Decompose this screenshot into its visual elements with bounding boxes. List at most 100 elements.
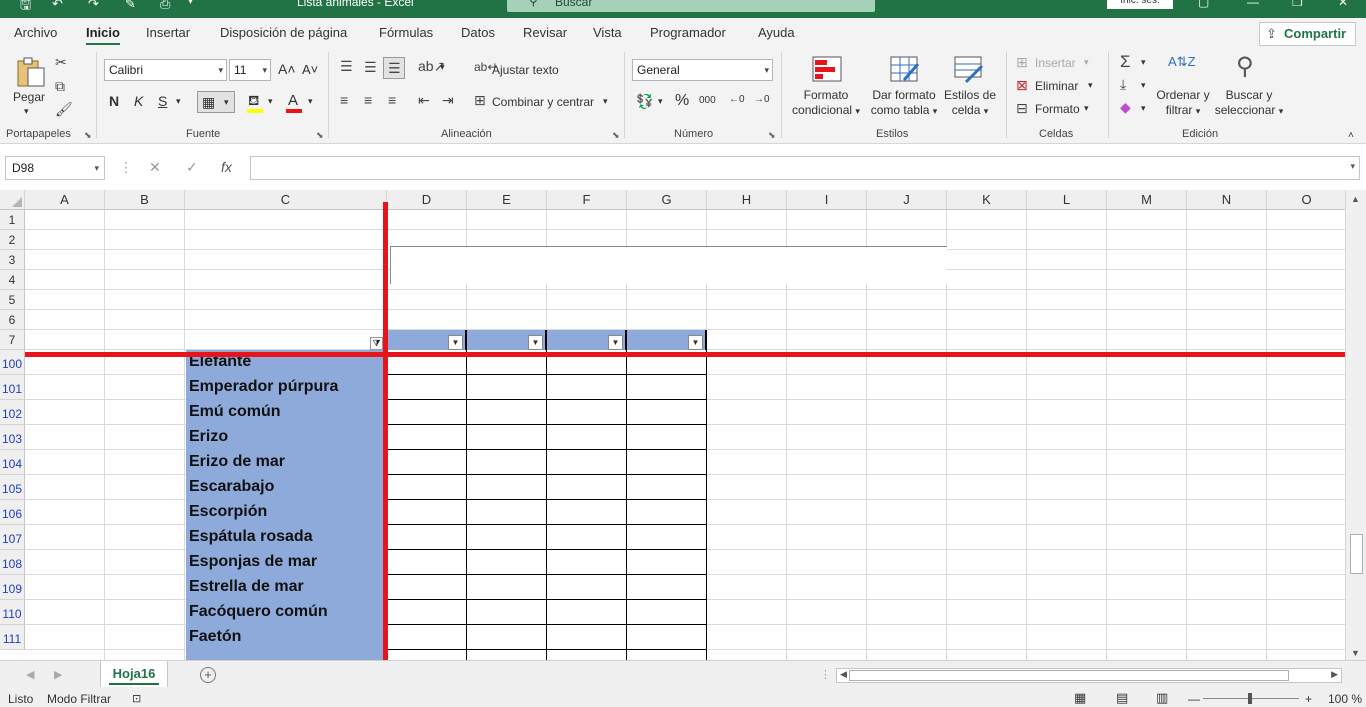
insert-function-icon[interactable]: fx (221, 159, 232, 175)
table-cell-e[interactable] (467, 525, 547, 550)
formula-input[interactable]: ▾ (250, 156, 1360, 180)
save-icon[interactable]: 🖫 (20, 0, 31, 18)
table-cell-d[interactable] (387, 500, 467, 525)
table-cell-f[interactable] (547, 475, 627, 500)
column-header-n[interactable]: N (1187, 190, 1267, 210)
table-cell-g[interactable] (627, 375, 707, 400)
table-cell-f[interactable] (547, 550, 627, 575)
row-header-110[interactable]: 110 (0, 600, 25, 625)
thousands-icon[interactable]: 000 (699, 95, 716, 106)
table-cell-e[interactable] (467, 475, 547, 500)
search-box[interactable]: ⚲ Buscar (507, 0, 875, 12)
table-cell-partial[interactable] (627, 650, 707, 660)
filter-dropdown-icon[interactable]: ▼ (608, 335, 623, 350)
font-color-icon[interactable]: A (288, 92, 298, 109)
autosum-dropdown-icon[interactable]: ▾ (1141, 57, 1146, 68)
clipboard-launcher-icon[interactable]: ⬊ (84, 130, 92, 141)
page-break-icon[interactable]: ▥ (1156, 690, 1168, 706)
next-sheet-icon[interactable]: ▶ (54, 668, 62, 681)
font-name-select[interactable]: Calibri ▾ (104, 59, 227, 81)
column-header-c[interactable]: C (185, 190, 387, 210)
table-cell-f[interactable] (547, 375, 627, 400)
delete-cells-button[interactable]: Eliminar (1035, 79, 1078, 93)
table-cell-g[interactable] (627, 425, 707, 450)
enter-icon[interactable]: ✓ (186, 159, 198, 176)
select-all-corner[interactable] (0, 190, 25, 210)
scroll-down-icon[interactable]: ▼ (1351, 648, 1360, 658)
column-header-l[interactable]: L (1027, 190, 1107, 210)
tab-ayuda[interactable]: Ayuda (758, 25, 795, 40)
scroll-left-icon[interactable]: ◀ (840, 669, 847, 680)
page-layout-icon[interactable]: ▤ (1116, 690, 1128, 706)
add-sheet-icon[interactable]: + (200, 667, 216, 683)
column-header-g[interactable]: G (627, 190, 707, 210)
row-header-107[interactable]: 107 (0, 525, 25, 550)
signin-button[interactable]: Inic. ses. (1107, 0, 1173, 9)
print-preview-icon[interactable]: ⎙ (160, 0, 170, 12)
vertical-scroll-thumb[interactable] (1350, 534, 1363, 574)
format-dropdown-icon[interactable]: ▾ (1084, 103, 1089, 114)
zoom-slider[interactable] (1203, 693, 1299, 704)
align-left-icon[interactable]: ≡ (340, 92, 348, 108)
table-cell-g[interactable] (627, 600, 707, 625)
animal-cell-partial[interactable] (186, 650, 386, 660)
wrap-text-button[interactable]: Ajustar texto (492, 63, 559, 77)
table-cell-e[interactable] (467, 375, 547, 400)
table-cell-e[interactable] (467, 425, 547, 450)
table-cell-d[interactable] (387, 425, 467, 450)
tab-split-icon[interactable]: ⋮ (820, 668, 831, 681)
table-cell-g[interactable] (627, 525, 707, 550)
table-cell-e[interactable] (467, 450, 547, 475)
align-bottom-button[interactable]: ☰ (383, 57, 405, 79)
zoom-in-icon[interactable]: + (1305, 692, 1312, 706)
prev-sheet-icon[interactable]: ◀ (26, 668, 34, 681)
animal-cell[interactable]: Erizo de mar (186, 450, 386, 475)
row-header-102[interactable]: 102 (0, 400, 25, 425)
clear-dropdown-icon[interactable]: ▾ (1141, 103, 1146, 114)
filter-dropdown-icon[interactable]: ▼ (448, 335, 463, 350)
animal-cell[interactable]: Estrella de mar (186, 575, 386, 600)
table-cell-d[interactable] (387, 575, 467, 600)
clear-icon[interactable]: ◆ (1120, 99, 1131, 116)
tab-formulas[interactable]: Fórmulas (379, 25, 433, 40)
tab-programador[interactable]: Programador (650, 25, 726, 40)
row-header-4[interactable]: 4 (0, 270, 25, 290)
align-right-icon[interactable]: ≡ (388, 92, 396, 108)
table-cell-d[interactable] (387, 525, 467, 550)
row-header-105[interactable]: 105 (0, 475, 25, 500)
table-cell-f[interactable] (547, 425, 627, 450)
zoom-level[interactable]: 100 % (1328, 692, 1362, 706)
tab-disposicion[interactable]: Disposición de página (220, 25, 347, 40)
tab-datos[interactable]: Datos (461, 25, 495, 40)
row-header-5[interactable]: 5 (0, 290, 25, 310)
row-header-104[interactable]: 104 (0, 450, 25, 475)
column-header-m[interactable]: M (1107, 190, 1187, 210)
row-header-106[interactable]: 106 (0, 500, 25, 525)
animal-cell[interactable]: Erizo (186, 425, 386, 450)
table-cell-f[interactable] (547, 400, 627, 425)
name-box[interactable]: D98 ▾ (5, 156, 105, 180)
column-header-i[interactable]: I (787, 190, 867, 210)
tab-revisar[interactable]: Revisar (523, 25, 567, 40)
row-header-103[interactable]: 103 (0, 425, 25, 450)
horizontal-scroll-thumb[interactable] (849, 670, 1289, 681)
table-cell-e[interactable] (467, 625, 547, 650)
format-cells-button[interactable]: Formato (1035, 102, 1080, 116)
cancel-icon[interactable]: ✕ (149, 159, 161, 176)
column-header-h[interactable]: H (707, 190, 787, 210)
alignment-launcher-icon[interactable]: ⬊ (612, 130, 620, 141)
row-header-111[interactable]: 111 (0, 625, 25, 650)
vertical-scrollbar[interactable]: ▲ ▼ (1345, 190, 1366, 660)
table-cell-g[interactable] (627, 500, 707, 525)
animal-cell[interactable]: Facóquero común (186, 600, 386, 625)
fill-dropdown-icon[interactable]: ▾ (268, 96, 273, 107)
tab-insertar[interactable]: Insertar (146, 25, 190, 40)
percent-icon[interactable]: % (675, 92, 689, 110)
scroll-up-icon[interactable]: ▲ (1351, 194, 1360, 204)
accounting-dropdown-icon[interactable]: ▾ (658, 96, 663, 107)
column-header-b[interactable]: B (105, 190, 185, 210)
column-header-e[interactable]: E (467, 190, 547, 210)
tab-inicio[interactable]: Inicio (86, 25, 120, 45)
table-cell-partial[interactable] (547, 650, 627, 660)
minimize-icon[interactable]: — (1247, 0, 1259, 9)
